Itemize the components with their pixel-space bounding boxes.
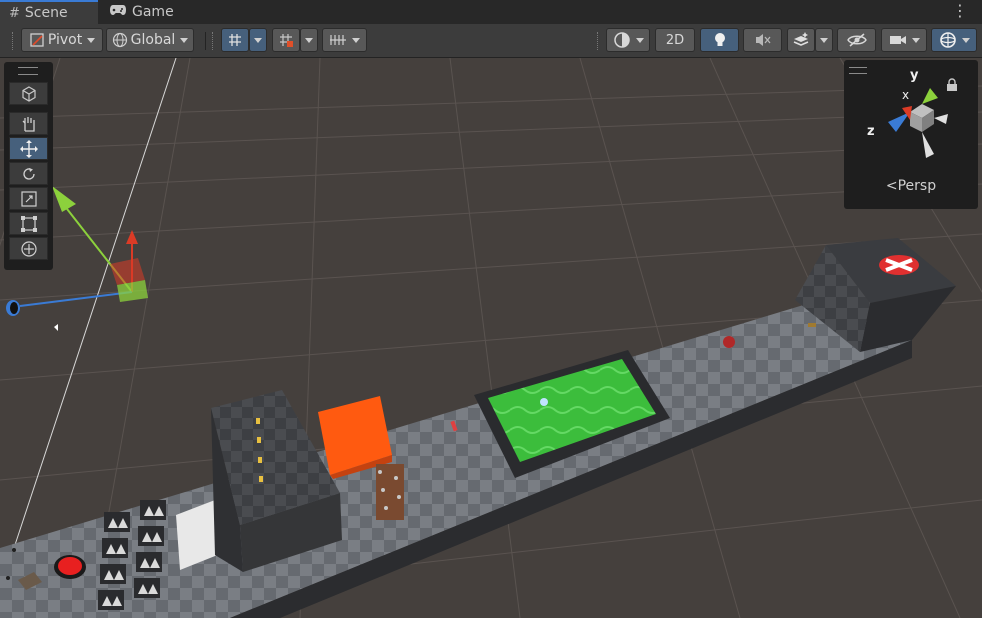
tab-bar: # Scene Game ⋮ — [0, 0, 982, 24]
tools-overlay — [4, 62, 53, 270]
grid-snapping-dropdown[interactable] — [249, 28, 267, 52]
increment-snap-button[interactable] — [272, 28, 300, 52]
effects-toggle-button[interactable] — [787, 28, 815, 52]
projection-label: Persp — [897, 178, 937, 194]
game-controller-icon — [109, 4, 127, 20]
small-pad — [808, 323, 816, 327]
rect-icon — [20, 215, 37, 232]
hidden-eye-icon — [846, 33, 867, 47]
orientation-gizmo: y x z <Persp — [844, 60, 978, 209]
pivot-icon — [30, 33, 44, 47]
tab-scene[interactable]: # Scene — [0, 0, 98, 24]
axis-cube-icon[interactable] — [864, 70, 954, 170]
audio-mute-icon — [755, 34, 770, 46]
effects-layers-icon — [793, 32, 809, 46]
move-tool-button[interactable] — [9, 137, 48, 160]
tab-game[interactable]: Game — [100, 0, 183, 24]
rotate-icon — [22, 167, 35, 180]
gizmo-axis-x-label: x — [902, 88, 910, 102]
gizmo-axis-y-label: y — [910, 68, 919, 83]
rect-tool-button[interactable] — [9, 212, 48, 235]
scene-viewport[interactable] — [0, 58, 982, 618]
camera-icon — [889, 36, 906, 44]
scale-tool-button[interactable] — [9, 187, 48, 210]
increment-snap-icon — [280, 34, 293, 47]
toolbar-grip-3 — [597, 32, 602, 50]
pool-ball — [540, 398, 548, 406]
projection-toggle[interactable]: <Persp — [844, 178, 978, 194]
more-options-icon[interactable]: ⋮ — [952, 2, 968, 20]
start-button — [58, 557, 82, 575]
increment-snap-dropdown[interactable] — [300, 28, 318, 52]
draw-mode-dropdown[interactable] — [606, 28, 650, 52]
effects-dropdown[interactable] — [815, 28, 833, 52]
hand-icon — [22, 116, 35, 132]
global-dropdown[interactable]: Global — [106, 28, 194, 52]
move-arrows-icon — [19, 139, 38, 158]
grid-visibility-icon — [330, 35, 346, 45]
gizmo-sphere-icon — [939, 32, 956, 48]
light-bulb-icon — [714, 33, 725, 46]
camera-settings-dropdown[interactable] — [881, 28, 927, 52]
gizmo-axis-z-label: z — [867, 124, 875, 139]
gizmos-dropdown[interactable] — [931, 28, 977, 52]
view-tool-button[interactable] — [9, 82, 48, 105]
toolbar-grip — [12, 32, 17, 50]
persp-icon: < — [885, 178, 898, 194]
grid-snapping-button[interactable] — [221, 28, 249, 52]
transform-icon — [20, 240, 37, 257]
transform-tool-button[interactable] — [9, 237, 48, 260]
scene-grid-icon: # — [9, 5, 20, 21]
rotate-tool-button[interactable] — [9, 162, 48, 185]
lighting-toggle-button[interactable] — [700, 28, 739, 52]
shading-mode-icon — [613, 32, 630, 48]
globe-icon — [112, 32, 127, 48]
toggle-2d-button[interactable]: 2D — [655, 28, 695, 52]
pivot-dropdown[interactable]: Pivot — [21, 28, 103, 52]
tab-scene-label: Scene — [24, 5, 68, 21]
toggle-2d-label: 2D — [665, 32, 685, 48]
red-ball — [723, 336, 735, 348]
audio-toggle-button[interactable] — [743, 28, 782, 52]
tools-overlay-grip[interactable] — [18, 67, 38, 75]
tab-game-label: Game — [132, 4, 174, 20]
scene-toolbar: Pivot Global 2D — [0, 24, 982, 58]
scene-visibility-button[interactable] — [837, 28, 876, 52]
toolbar-grip-2 — [212, 32, 217, 50]
global-label: Global — [130, 32, 176, 48]
grid-snap-icon — [229, 34, 241, 46]
scale-icon — [20, 190, 37, 207]
hand-tool-button[interactable] — [9, 112, 48, 135]
cube-icon — [21, 85, 36, 102]
grid-visibility-dropdown[interactable] — [322, 28, 367, 52]
pivot-label: Pivot — [47, 32, 83, 48]
